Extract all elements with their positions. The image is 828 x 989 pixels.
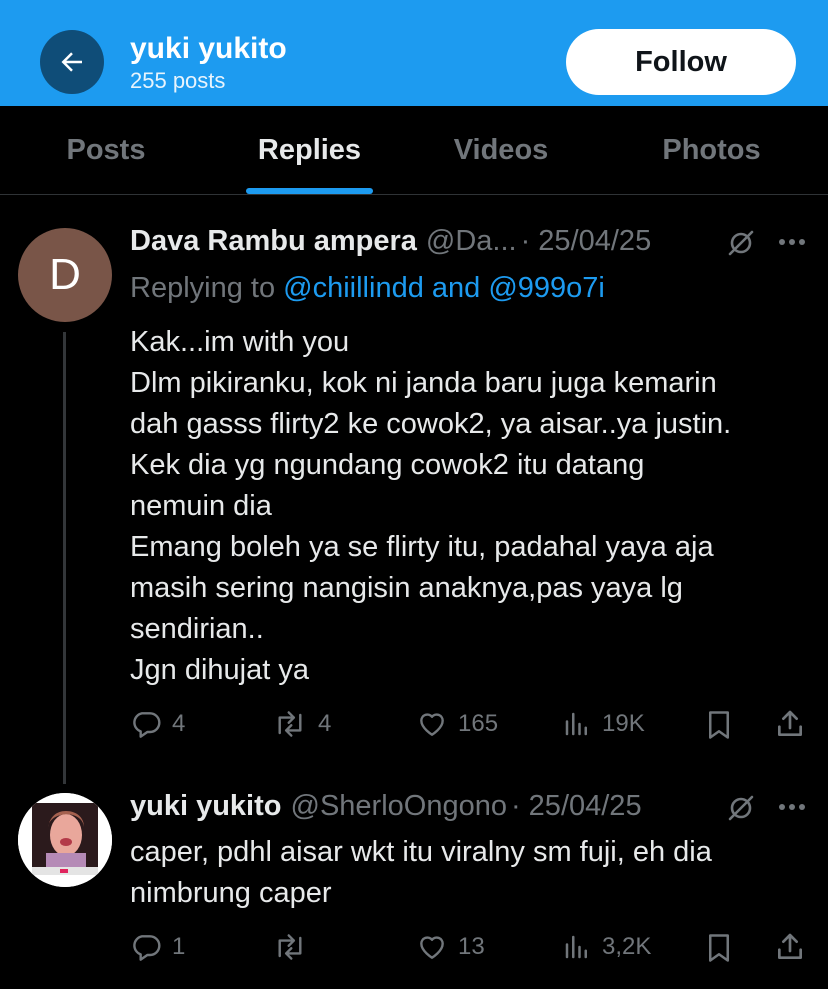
reply-count: 4 [172,710,186,737]
like-icon [420,713,444,736]
profile-name: yuki yukito [130,32,287,65]
reply-count: 1 [172,933,186,960]
post-text-line: caper, pdhl aisar wkt itu viralny sm fuj… [130,836,712,868]
post-text-line: dah gasss flirty2 ke cowok2, ya aisar..y… [130,408,732,440]
like-icon [420,936,444,959]
reply-icon [133,712,161,738]
post-text-line: Kek dia yg ngundang cowok2 itu datang [130,449,645,481]
repost-button[interactable] [272,931,318,963]
post-text-line: Kak...im with you [130,326,350,358]
thread-connector [63,332,66,784]
author-handle[interactable]: @SherloOngono [291,790,507,823]
tab-videos[interactable]: Videos [407,106,595,194]
post-text-line: nemuin dia [130,490,272,522]
repost-count: 4 [318,710,332,737]
active-tab-indicator [246,188,373,194]
avatar[interactable]: D [18,228,112,322]
follow-button[interactable]: Follow [566,29,796,95]
author-name[interactable]: Dava Rambu ampera [130,225,417,258]
profile-tabs: Posts Replies Videos Photos [0,106,828,195]
avatar[interactable] [18,793,112,887]
views-icon [565,712,587,736]
post-count: 255 posts [130,68,226,93]
grok-icon[interactable] [727,794,755,822]
author-name[interactable]: yuki yukito [130,790,282,823]
post-date[interactable]: · 25/04/25 [511,790,642,823]
post-text-line: Jgn dihujat ya [130,654,309,686]
post-text-line: nimbrung caper [130,877,332,909]
tab-posts[interactable]: Posts [0,106,212,194]
tab-photos[interactable]: Photos [595,106,828,194]
reply-button[interactable]: 1 [130,931,185,963]
post-text-line: masih sering nangisin anaknya,pas yaya l… [130,572,683,604]
post-text-line: Dlm pikiranku, kok ni janda baru juga ke… [130,367,717,399]
like-button[interactable]: 13 [416,931,485,963]
repost-icon [278,934,302,960]
share-icon[interactable] [774,708,806,740]
views-button[interactable]: 3,2K [562,931,651,963]
like-button[interactable]: 165 [416,708,498,740]
tab-replies[interactable]: Replies [212,106,407,194]
bookmark-icon[interactable] [704,708,734,742]
back-button[interactable] [40,30,104,94]
more-icon[interactable] [778,803,806,811]
more-icon[interactable] [778,238,806,246]
back-arrow-icon [61,52,82,72]
grok-icon[interactable] [727,229,755,257]
bookmark-icon[interactable] [704,931,734,965]
views-icon [565,935,587,959]
profile-header: yuki yukito 255 posts Follow [0,0,828,106]
share-icon[interactable] [774,931,806,963]
post-text-line: sendirian.. [130,613,264,645]
post-author-line: yuki yukito @SherloOngono · 25/04/25 [130,790,642,823]
view-count: 3,2K [602,933,652,960]
profile-photo-icon [18,793,112,887]
replying-prefix: Replying to [130,272,276,304]
post-author-line: Dava Rambu ampera @Da... · 25/04/25 [130,225,651,258]
reply-button[interactable]: 4 [130,708,185,740]
post-date[interactable]: · 25/04/25 [521,225,652,258]
like-count: 165 [458,710,499,737]
replying-to: Replying to @chiillindd and @999o7i [130,272,605,305]
author-handle[interactable]: @Da... [426,225,517,258]
views-button[interactable]: 19K [562,708,645,740]
repost-icon [278,711,302,737]
repost-button[interactable]: 4 [272,708,331,740]
view-count: 19K [602,710,645,737]
reply-icon [133,935,161,961]
like-count: 13 [458,933,485,960]
replying-mentions[interactable]: @chiillindd and @999o7i [283,272,605,304]
post-text-line: Emang boleh ya se flirty itu, padahal ya… [130,531,714,563]
